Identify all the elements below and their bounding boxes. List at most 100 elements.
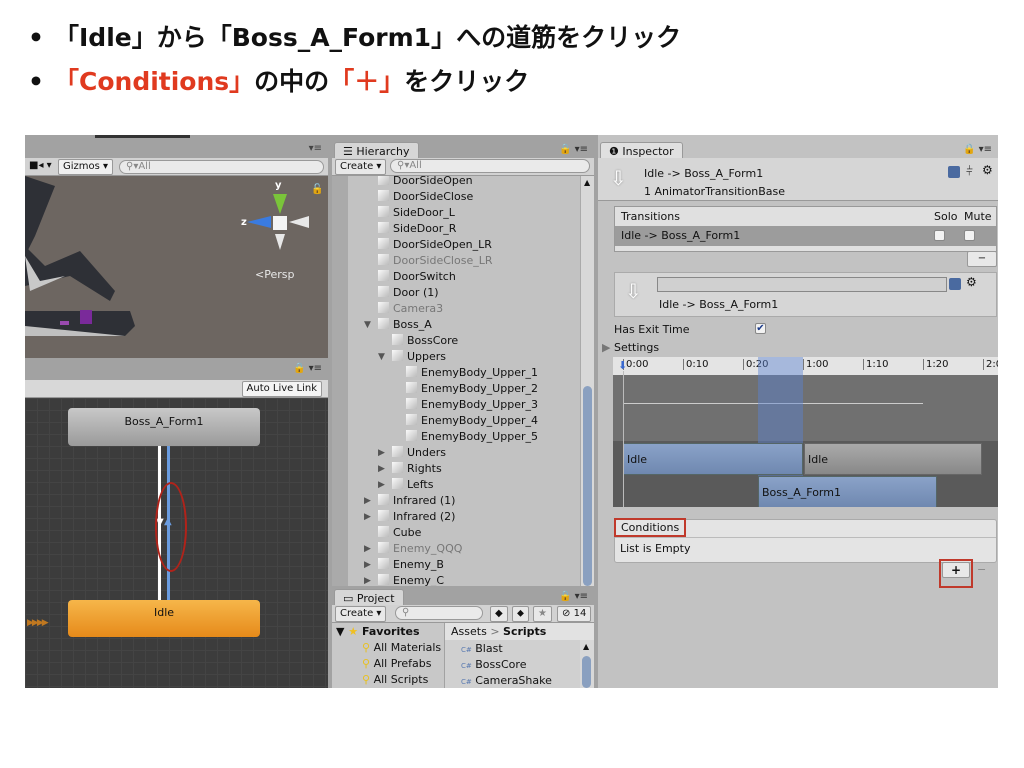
scene-view[interactable]: y z 🔓 <Persp	[25, 176, 328, 358]
hierarchy-item[interactable]: EnemyBody_Upper_2	[406, 381, 538, 397]
scrollbar-thumb[interactable]	[583, 386, 592, 586]
inspector-subtitle: 1 AnimatorTransitionBase	[644, 185, 786, 198]
hierarchy-item[interactable]: ▶ Rights	[378, 461, 442, 477]
hierarchy-item[interactable]: BossCore	[392, 333, 458, 349]
hierarchy-item[interactable]: EnemyBody_Upper_4	[406, 413, 538, 429]
hierarchy-item[interactable]: ▶ Enemy_C	[364, 573, 444, 586]
hierarchy-item[interactable]: DoorSideOpen	[378, 176, 473, 189]
hierarchy-item[interactable]: ▶ Lefts	[378, 477, 433, 493]
lock-icon[interactable]: 🔓	[311, 184, 323, 195]
star-icon[interactable]: ★	[533, 606, 552, 622]
scripts-list: C# Blast C# BossCore C# CameraShake ▲	[445, 640, 594, 688]
script-item[interactable]: C# BossCore	[461, 657, 526, 673]
scene-search-input[interactable]: ⚲▾All	[119, 160, 324, 174]
lock-menu-icon[interactable]: 🔒 ▾≡	[963, 144, 992, 155]
has-exit-time-checkbox[interactable]: ✔	[755, 323, 766, 334]
state-node-idle[interactable]: Idle	[68, 600, 260, 637]
expanded-arrow-icon[interactable]: ▼	[364, 317, 371, 333]
state-node-boss-a-form1[interactable]: Boss_A_Form1	[68, 408, 260, 446]
breadcrumb-assets[interactable]: Assets	[451, 625, 487, 638]
gameobject-icon	[406, 382, 417, 393]
create-button[interactable]: Create ▾	[335, 606, 387, 622]
lock-menu-icon[interactable]: 🔒 ▾≡	[293, 363, 322, 374]
help-icon[interactable]	[949, 278, 961, 290]
hierarchy-item[interactable]: SideDoor_L	[378, 205, 455, 221]
hierarchy-item[interactable]: DoorSideOpen_LR	[378, 237, 492, 253]
gear-icon[interactable]: ⚙	[982, 163, 993, 177]
animator-graph[interactable]: Boss_A_Form1 ▼ ▲ Idle ▶▶▶▶	[25, 398, 328, 688]
playhead-marker[interactable]: ⬇	[618, 359, 627, 372]
settings-foldout[interactable]: ▶ Settings	[602, 341, 659, 354]
hierarchy-item[interactable]: ▼ Boss_A	[364, 317, 432, 333]
gameobject-icon	[378, 302, 389, 313]
hierarchy-item[interactable]: DoorSideClose_LR	[378, 253, 492, 269]
transition-row[interactable]: Idle -> Boss_A_Form1	[615, 226, 996, 246]
hierarchy-item[interactable]: EnemyBody_Upper_3	[406, 397, 538, 413]
hierarchy-item[interactable]: Cube	[378, 525, 421, 541]
auto-live-link-button[interactable]: Auto Live Link	[241, 381, 322, 397]
hierarchy-item[interactable]: ▶ Unders	[378, 445, 446, 461]
hierarchy-item[interactable]: ▶ Infrared (2)	[364, 509, 455, 525]
project-scrollbar[interactable]: ▲	[580, 640, 594, 688]
help-icon[interactable]	[948, 166, 960, 178]
persp-label[interactable]: <Persp	[255, 268, 294, 281]
hierarchy-item[interactable]: ▶ Enemy_QQQ	[364, 541, 462, 557]
hierarchy-item[interactable]: ▶ Enemy_B	[364, 557, 444, 573]
transitions-list: Transitions Solo Mute Idle -> Boss_A_For…	[614, 206, 997, 252]
solo-checkbox[interactable]	[934, 230, 945, 241]
hierarchy-item[interactable]: EnemyBody_Upper_1	[406, 365, 538, 381]
collapsed-arrow-icon[interactable]: ▶	[364, 541, 371, 557]
hierarchy-item[interactable]: SideDoor_R	[378, 221, 456, 237]
remove-condition-button[interactable]: −	[977, 563, 986, 576]
scrollbar-thumb[interactable]	[582, 656, 591, 688]
collapsed-arrow-icon[interactable]: ▶	[378, 477, 385, 493]
breadcrumb-scripts[interactable]: Scripts	[503, 625, 546, 638]
hierarchy-search-input[interactable]: ⚲▾All	[390, 159, 590, 173]
collapsed-arrow-icon[interactable]: ▶	[378, 445, 385, 461]
favorite-item[interactable]: ⚲ All Prefabs	[362, 656, 432, 672]
hierarchy-item[interactable]: ▶ Infrared (1)	[364, 493, 455, 509]
script-item[interactable]: C# CameraShake	[461, 673, 552, 689]
collapsed-arrow-icon[interactable]: ▶	[364, 573, 371, 586]
gameobject-icon	[378, 318, 389, 329]
hierarchy-item[interactable]: DoorSwitch	[378, 269, 456, 285]
favorite-item[interactable]: ⚲ All Materials	[362, 640, 441, 656]
collapsed-arrow-icon[interactable]: ▶	[364, 509, 371, 525]
script-item[interactable]: C# Blast	[461, 641, 503, 657]
transition-subtitle: Idle -> Boss_A_Form1	[659, 298, 779, 311]
hierarchy-item[interactable]: Door (1)	[378, 285, 439, 301]
clip-boss-a-form1[interactable]: Boss_A_Form1	[758, 476, 937, 507]
transition-timeline[interactable]: 0:000:100:201:001:101:202:00 Idle Idle B…	[613, 357, 998, 507]
orientation-gizmo[interactable]	[247, 194, 311, 252]
gizmos-button[interactable]: Gizmos ▾	[58, 159, 114, 175]
collapsed-arrow-icon[interactable]: ▶	[364, 557, 371, 573]
transition-name-input[interactable]	[657, 277, 947, 292]
collapsed-arrow-icon[interactable]: ▶	[378, 461, 385, 477]
clip-idle-source[interactable]: Idle	[623, 443, 803, 475]
label-icon[interactable]: ⬥	[512, 606, 529, 622]
hierarchy-item[interactable]: DoorSideClose	[378, 189, 473, 205]
lock-menu-icon[interactable]: 🔒 ▾≡	[559, 591, 588, 602]
filter-type-icon[interactable]: ◆	[490, 606, 508, 622]
preset-icon[interactable]: ⫩	[966, 164, 973, 179]
gear-icon[interactable]: ⚙	[966, 275, 977, 289]
expanded-arrow-icon[interactable]: ▼	[378, 349, 385, 365]
camera-icon[interactable]: ■◂ ▾	[29, 160, 52, 171]
hierarchy-item[interactable]: EnemyBody_Upper_5	[406, 429, 538, 445]
create-button[interactable]: Create ▾	[335, 159, 387, 175]
remove-transition-button[interactable]: −	[967, 251, 997, 267]
project-search-input[interactable]: ⚲	[395, 606, 483, 620]
collapsed-arrow-icon[interactable]: ▶	[364, 493, 371, 509]
hidden-toggle[interactable]: ⊘ 14	[557, 606, 592, 622]
clip-idle-next[interactable]: Idle	[804, 443, 982, 475]
hierarchy-item[interactable]: Camera3	[378, 301, 443, 317]
panel-menu-icon[interactable]: ▾≡	[309, 143, 322, 154]
hierarchy-scrollbar[interactable]: ▲	[580, 176, 594, 586]
inspector-header: ⇩ Idle -> Boss_A_Form1 1 AnimatorTransit…	[598, 158, 998, 201]
favorites-header[interactable]: ▼ ★ Favorites	[336, 624, 420, 640]
mute-checkbox[interactable]	[964, 230, 975, 241]
lock-menu-icon[interactable]: 🔒 ▾≡	[559, 144, 588, 155]
hierarchy-item[interactable]: ▼ Uppers	[378, 349, 446, 365]
favorite-item[interactable]: ⚲ All Scripts	[362, 672, 428, 688]
gameobject-icon	[392, 478, 403, 489]
